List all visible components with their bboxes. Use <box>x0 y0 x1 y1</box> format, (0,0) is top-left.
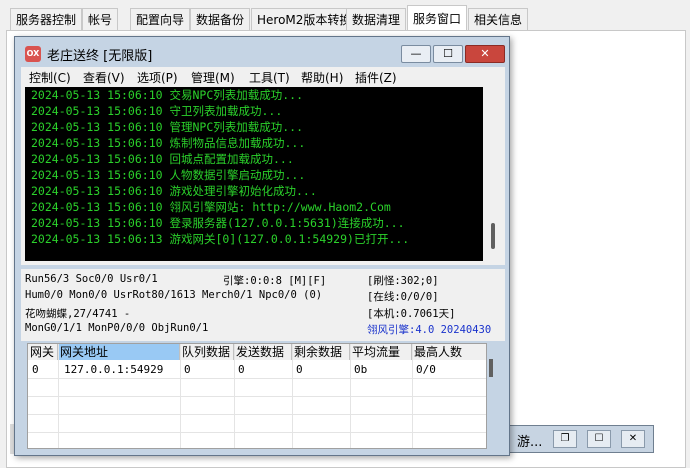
col-divider <box>412 344 413 448</box>
tab-data-cleanup[interactable]: 数据清理 <box>346 8 407 30</box>
background-window[interactable]: 游... ❐ ☐ ✕ <box>508 425 654 453</box>
col-avg-traffic[interactable]: 平均流量 <box>350 344 412 360</box>
log-scrollbar-thumb[interactable] <box>491 223 495 249</box>
window-titlebar[interactable]: OX 老庄送终 [无限版] — ☐ ✕ <box>15 37 509 67</box>
menu-bar: 控制(C) 查看(V) 选项(P) 管理(M) 工具(T) 帮助(H) 插件(Z… <box>21 67 505 87</box>
engine-version: 翎风引擎:4.0 20240430 <box>367 324 492 336</box>
cell-address: 127.0.0.1:54929 <box>64 363 164 376</box>
close-button[interactable]: ✕ <box>465 45 505 63</box>
table-header: 网关 网关地址 队列数据 发送数据 剩余数据 平均流量 最高人数 <box>28 344 486 360</box>
log-line: 2024-05-13 15:06:10 回城点配置加载成功... <box>31 152 294 166</box>
col-divider <box>180 344 181 448</box>
row-divider <box>28 396 486 397</box>
tab-service-window[interactable]: 服务窗口 <box>407 5 468 30</box>
cell-gateway: 0 <box>32 363 39 376</box>
tab-herom2-version-convert[interactable]: HeroM2版本转换 <box>251 8 358 30</box>
cell-remaining: 0 <box>296 363 303 376</box>
server-window: OX 老庄送终 [无限版] — ☐ ✕ 控制(C) 查看(V) 选项(P) 管理… <box>14 36 510 456</box>
col-divider <box>350 344 351 448</box>
tab-server-control[interactable]: 服务器控制 <box>10 8 83 30</box>
window-title: 老庄送终 [无限版] <box>47 49 153 64</box>
row-divider <box>28 414 486 415</box>
row-divider <box>28 378 486 379</box>
col-max-users[interactable]: 最高人数 <box>412 344 486 360</box>
table-scrollbar-thumb[interactable] <box>489 359 493 377</box>
menu-tools[interactable]: 工具(T) <box>249 69 290 86</box>
log-console: 2024-05-13 15:06:10 交易NPC列表加载成功... 2024-… <box>21 87 505 265</box>
col-divider <box>234 344 235 448</box>
close-button[interactable]: ✕ <box>621 430 645 448</box>
log-line: 2024-05-13 15:06:10 炼制物品信息加载成功... <box>31 136 306 150</box>
col-gateway[interactable]: 网关 <box>28 344 58 360</box>
menu-plugins[interactable]: 插件(Z) <box>355 69 397 86</box>
log-line: 2024-05-13 15:06:10 游戏处理引擎初始化成功... <box>31 184 317 198</box>
col-divider <box>292 344 293 448</box>
status-engine: 引擎:0:0:8 [M][F] <box>223 275 327 287</box>
col-gateway-address[interactable]: 网关地址 <box>58 344 180 360</box>
cell-max-users: 0/0 <box>416 363 436 376</box>
col-send-data[interactable]: 发送数据 <box>234 344 292 360</box>
maximize-button[interactable]: ☐ <box>433 45 463 63</box>
gateway-table[interactable]: 网关 网关地址 队列数据 发送数据 剩余数据 平均流量 最高人数 0 127.0… <box>27 343 487 449</box>
tab-data-backup[interactable]: 数据备份 <box>190 8 251 30</box>
menu-view[interactable]: 查看(V) <box>83 69 125 86</box>
cell-send: 0 <box>238 363 245 376</box>
tab-related-info[interactable]: 相关信息 <box>468 8 529 30</box>
cell-queue: 0 <box>184 363 191 376</box>
menu-options[interactable]: 选项(P) <box>137 69 178 86</box>
background-window-title: 游... <box>517 435 543 450</box>
menu-help[interactable]: 帮助(H) <box>301 69 343 86</box>
menu-control[interactable]: 控制(C) <box>29 69 71 86</box>
log-line: 2024-05-13 15:06:10 人物数据引擎启动成功... <box>31 168 306 182</box>
log-line: 2024-05-13 15:06:10 守卫列表加载成功... <box>31 104 283 118</box>
status-uptime: [本机:0.7061天] <box>367 308 456 320</box>
maximize-button[interactable]: ☐ <box>587 430 611 448</box>
log-line: 2024-05-13 15:06:10 登录服务器(127.0.0.1:5631… <box>31 216 405 230</box>
row-divider <box>28 432 486 433</box>
status-map: 花吻蝴蝶,27/4741 - <box>25 308 131 320</box>
log-line: 2024-05-13 15:06:10 管理NPC列表加载成功... <box>31 120 304 134</box>
menu-manage[interactable]: 管理(M) <box>191 69 235 86</box>
col-remaining-data[interactable]: 剩余数据 <box>292 344 350 360</box>
log-line: 2024-05-13 15:06:10 交易NPC列表加载成功... <box>31 88 304 102</box>
restore-button[interactable]: ❐ <box>553 430 577 448</box>
app-icon: OX <box>25 46 41 62</box>
col-divider <box>58 344 59 448</box>
log-line: 2024-05-13 15:06:13 游戏网关[0](127.0.0.1:54… <box>31 232 410 246</box>
log-output[interactable]: 2024-05-13 15:06:10 交易NPC列表加载成功... 2024-… <box>25 87 483 261</box>
status-panel: Run56/3 Soc0/0 Usr0/1 引擎:0:0:8 [M][F] [刷… <box>21 269 505 341</box>
minimize-button[interactable]: — <box>401 45 431 63</box>
tab-account[interactable]: 帐号 <box>82 8 119 30</box>
status-online: [在线:0/0/0] <box>367 291 439 303</box>
status-mon: MonG0/1/1 MonP0/0/0 ObjRun0/1 <box>25 322 209 334</box>
status-run: Run56/3 Soc0/0 Usr0/1 <box>25 273 158 285</box>
status-refresh: [刷怪:302;0] <box>367 275 439 287</box>
main-tab-strip: 服务器控制 帐号 配置向导 数据备份 HeroM2版本转换 数据清理 服务窗口 … <box>0 0 690 30</box>
cell-avg-traffic: 0b <box>354 363 368 376</box>
tab-config-wizard[interactable]: 配置向导 <box>130 8 191 30</box>
table-row[interactable]: 0 127.0.0.1:54929 0 0 0 0b 0/0 <box>28 362 486 378</box>
log-scrollbar[interactable] <box>485 87 501 261</box>
log-line: 2024-05-13 15:06:10 翎风引擎网站: http://www.H… <box>31 200 391 214</box>
col-queue-data[interactable]: 队列数据 <box>180 344 234 360</box>
status-hum: Hum0/0 Mon0/0 UsrRot80/1613 Merch0/1 Npc… <box>25 289 323 301</box>
